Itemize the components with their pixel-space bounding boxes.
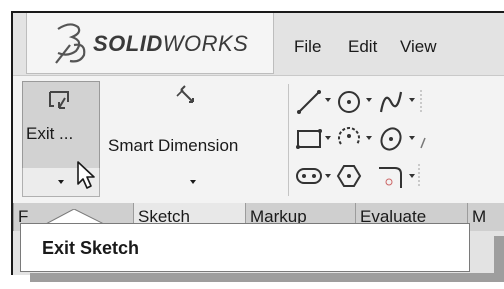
- menu-view[interactable]: View: [400, 37, 437, 57]
- chevron-down-icon[interactable]: [325, 174, 331, 178]
- brand-bold: SOLID: [93, 31, 163, 56]
- tooltip-text: Exit Sketch: [42, 238, 140, 258]
- arc-icon[interactable]: [335, 124, 363, 152]
- exit-sketch-icon: [49, 91, 69, 109]
- partial-tool-icon[interactable]: [417, 124, 445, 152]
- tab-more[interactable]: M: [467, 203, 504, 231]
- chevron-down-icon[interactable]: [409, 98, 415, 102]
- mouse-cursor-icon: [77, 161, 95, 189]
- brand-light: WORKS: [162, 31, 249, 56]
- smart-dimension-icon[interactable]: [173, 84, 201, 112]
- slot-icon[interactable]: [295, 162, 323, 190]
- exit-sketch-button[interactable]: Exit ...: [22, 81, 100, 169]
- chevron-down-icon: [58, 180, 64, 184]
- chevron-down-icon[interactable]: [325, 136, 331, 140]
- menu-edit[interactable]: Edit: [348, 37, 377, 57]
- chevron-down-icon[interactable]: [190, 180, 196, 184]
- partial-tool-icon[interactable]: [417, 162, 445, 190]
- fillet-icon[interactable]: [377, 162, 405, 190]
- tab-label: M: [472, 207, 487, 226]
- chevron-down-icon[interactable]: [409, 136, 415, 140]
- circle-icon[interactable]: [335, 88, 363, 116]
- tooltip: Exit Sketch: [20, 223, 470, 272]
- chevron-down-icon[interactable]: [325, 98, 331, 102]
- exit-sketch-label: Exit ...: [26, 124, 74, 143]
- toolbar-separator: [288, 84, 289, 196]
- menu-file[interactable]: File: [294, 37, 321, 57]
- spline-icon[interactable]: [377, 88, 405, 116]
- arc-partial-icon[interactable]: [417, 88, 445, 116]
- chevron-down-icon[interactable]: [409, 174, 415, 178]
- chevron-down-icon[interactable]: [366, 98, 372, 102]
- line-icon[interactable]: [295, 88, 323, 116]
- drop-shadow: [30, 273, 494, 282]
- drop-shadow: [494, 236, 504, 282]
- polygon-icon[interactable]: [335, 162, 363, 190]
- rectangle-icon[interactable]: [295, 124, 323, 152]
- brand-wordmark: SOLIDWORKS: [93, 31, 248, 57]
- smart-dimension-label[interactable]: Smart Dimension: [108, 136, 238, 156]
- ellipse-icon[interactable]: [377, 124, 405, 152]
- ds-logo-icon: [55, 23, 86, 64]
- screenshot-frame: SOLIDWORKS File Edit View Exit ... Smart…: [0, 0, 504, 289]
- solidworks-logo[interactable]: SOLIDWORKS: [26, 13, 274, 74]
- chevron-down-icon[interactable]: [366, 136, 372, 140]
